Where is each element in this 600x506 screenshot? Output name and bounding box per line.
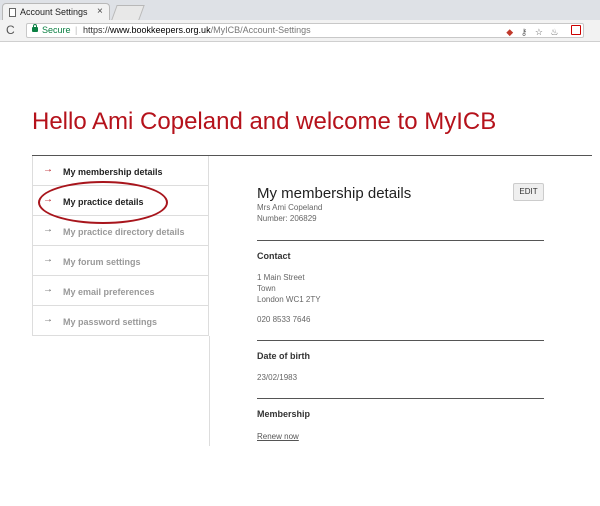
dob-heading: Date of birth: [257, 351, 310, 361]
arrow-right-icon: →: [43, 284, 53, 295]
url-path: /MyICB/Account-Settings: [210, 25, 311, 35]
star-icon[interactable]: ☆: [535, 27, 543, 37]
document-icon: [9, 8, 16, 17]
shield-icon[interactable]: ◆: [506, 27, 513, 37]
sidebar-item-forum-settings[interactable]: → My forum settings: [33, 246, 208, 276]
secure-label: Secure: [42, 25, 71, 35]
url-scheme: https://: [83, 25, 111, 35]
sidebar-item-label: My forum settings: [63, 257, 141, 267]
member-number: Number: 206829: [257, 214, 317, 223]
divider: [257, 340, 544, 341]
address-line-1: 1 Main Street: [257, 273, 305, 282]
reload-icon[interactable]: C: [6, 23, 15, 37]
tab-strip: Account Settings × ˇ: [0, 0, 600, 20]
membership-heading: Membership: [257, 409, 311, 419]
url-text: https://www.bookkeepers.org.uk/MyICB/Acc…: [83, 24, 311, 37]
sidebar-item-label: My password settings: [63, 317, 158, 327]
sidebar-item-label: My email preferences: [63, 287, 155, 297]
address-line-3: London WC1 2TY: [257, 295, 321, 304]
minimize-icon[interactable]: ˇ: [587, 0, 590, 9]
url-host: www.bookkeepers.org.uk: [110, 25, 211, 35]
arrow-right-icon: →: [43, 194, 53, 205]
sidebar-item-label: My practice details: [63, 197, 144, 207]
tab-close-button[interactable]: ×: [97, 6, 103, 17]
sidebar-item-email-preferences[interactable]: → My email preferences: [33, 276, 208, 306]
arrow-right-icon: →: [43, 314, 53, 325]
sidebar-item-membership-details[interactable]: → My membership details: [33, 156, 208, 186]
account-sidebar: → My membership details → My practice de…: [32, 156, 209, 336]
url-separator: |: [75, 25, 78, 35]
address-bar: C Secure | https://www.bookkeepers.org.u…: [0, 20, 600, 42]
contact-heading: Contact: [257, 251, 291, 261]
tab-account-settings[interactable]: Account Settings ×: [2, 3, 110, 20]
column-divider: [209, 336, 210, 446]
arrow-right-icon: →: [43, 224, 53, 235]
sidebar-item-practice-details[interactable]: → My practice details: [33, 186, 208, 216]
sidebar-item-label: My membership details: [63, 167, 163, 177]
member-name: Mrs Ami Copeland: [257, 203, 323, 212]
section-heading: My membership details: [257, 185, 412, 202]
renew-now-link[interactable]: Renew now: [257, 432, 299, 441]
url-input[interactable]: Secure | https://www.bookkeepers.org.uk/…: [26, 23, 584, 38]
divider: [257, 398, 544, 399]
page-title: Hello Ami Copeland and welcome to MyICB: [32, 108, 497, 135]
omnibox-icons: ◆ ⚷ ☆ ♨: [501, 25, 581, 39]
new-tab-button[interactable]: [111, 5, 145, 20]
arrow-right-icon: →: [43, 254, 53, 265]
phone-number: 020 8533 7646: [257, 315, 311, 324]
dob-value: 23/02/1983: [257, 373, 298, 382]
sidebar-item-label: My practice directory details: [63, 227, 185, 237]
divider: [257, 240, 544, 241]
lock-icon: [32, 24, 38, 32]
extension-icon[interactable]: ♨: [550, 27, 558, 37]
key-icon[interactable]: ⚷: [521, 27, 528, 37]
edit-button[interactable]: EDIT: [513, 183, 544, 201]
pocket-icon[interactable]: [566, 25, 581, 37]
sidebar-item-password-settings[interactable]: → My password settings: [33, 306, 208, 336]
arrow-right-icon: →: [43, 164, 53, 175]
address-line-2: Town: [257, 284, 276, 293]
sidebar-item-practice-directory[interactable]: → My practice directory details: [33, 216, 208, 246]
tab-title: Account Settings: [20, 7, 88, 17]
